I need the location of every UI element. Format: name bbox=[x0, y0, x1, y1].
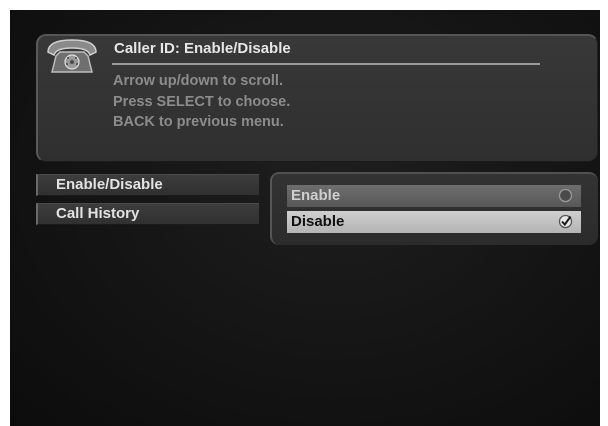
radio-empty-icon bbox=[558, 188, 573, 203]
telephone-icon bbox=[44, 36, 100, 76]
menu-item-enable-disable[interactable]: Enable/Disable bbox=[36, 174, 259, 196]
options-panel bbox=[270, 172, 598, 245]
option-label: Enable bbox=[291, 187, 341, 204]
instruction-line: Arrow up/down to scroll. bbox=[113, 73, 283, 89]
option-label: Disable bbox=[291, 213, 345, 230]
title-divider bbox=[112, 63, 540, 65]
instructions: Arrow up/down to scroll. Press SELECT to… bbox=[113, 71, 290, 133]
instruction-line: Press SELECT to choose. bbox=[113, 93, 291, 110]
menu-item-call-history[interactable]: Call History bbox=[36, 203, 259, 225]
radio-checked-icon bbox=[558, 214, 573, 229]
instruction-line: BACK to previous menu. bbox=[113, 114, 284, 130]
page-title: Caller ID: Enable/Disable bbox=[114, 40, 291, 57]
option-disable[interactable]: Disable bbox=[287, 211, 581, 233]
option-enable[interactable]: Enable bbox=[287, 185, 581, 207]
